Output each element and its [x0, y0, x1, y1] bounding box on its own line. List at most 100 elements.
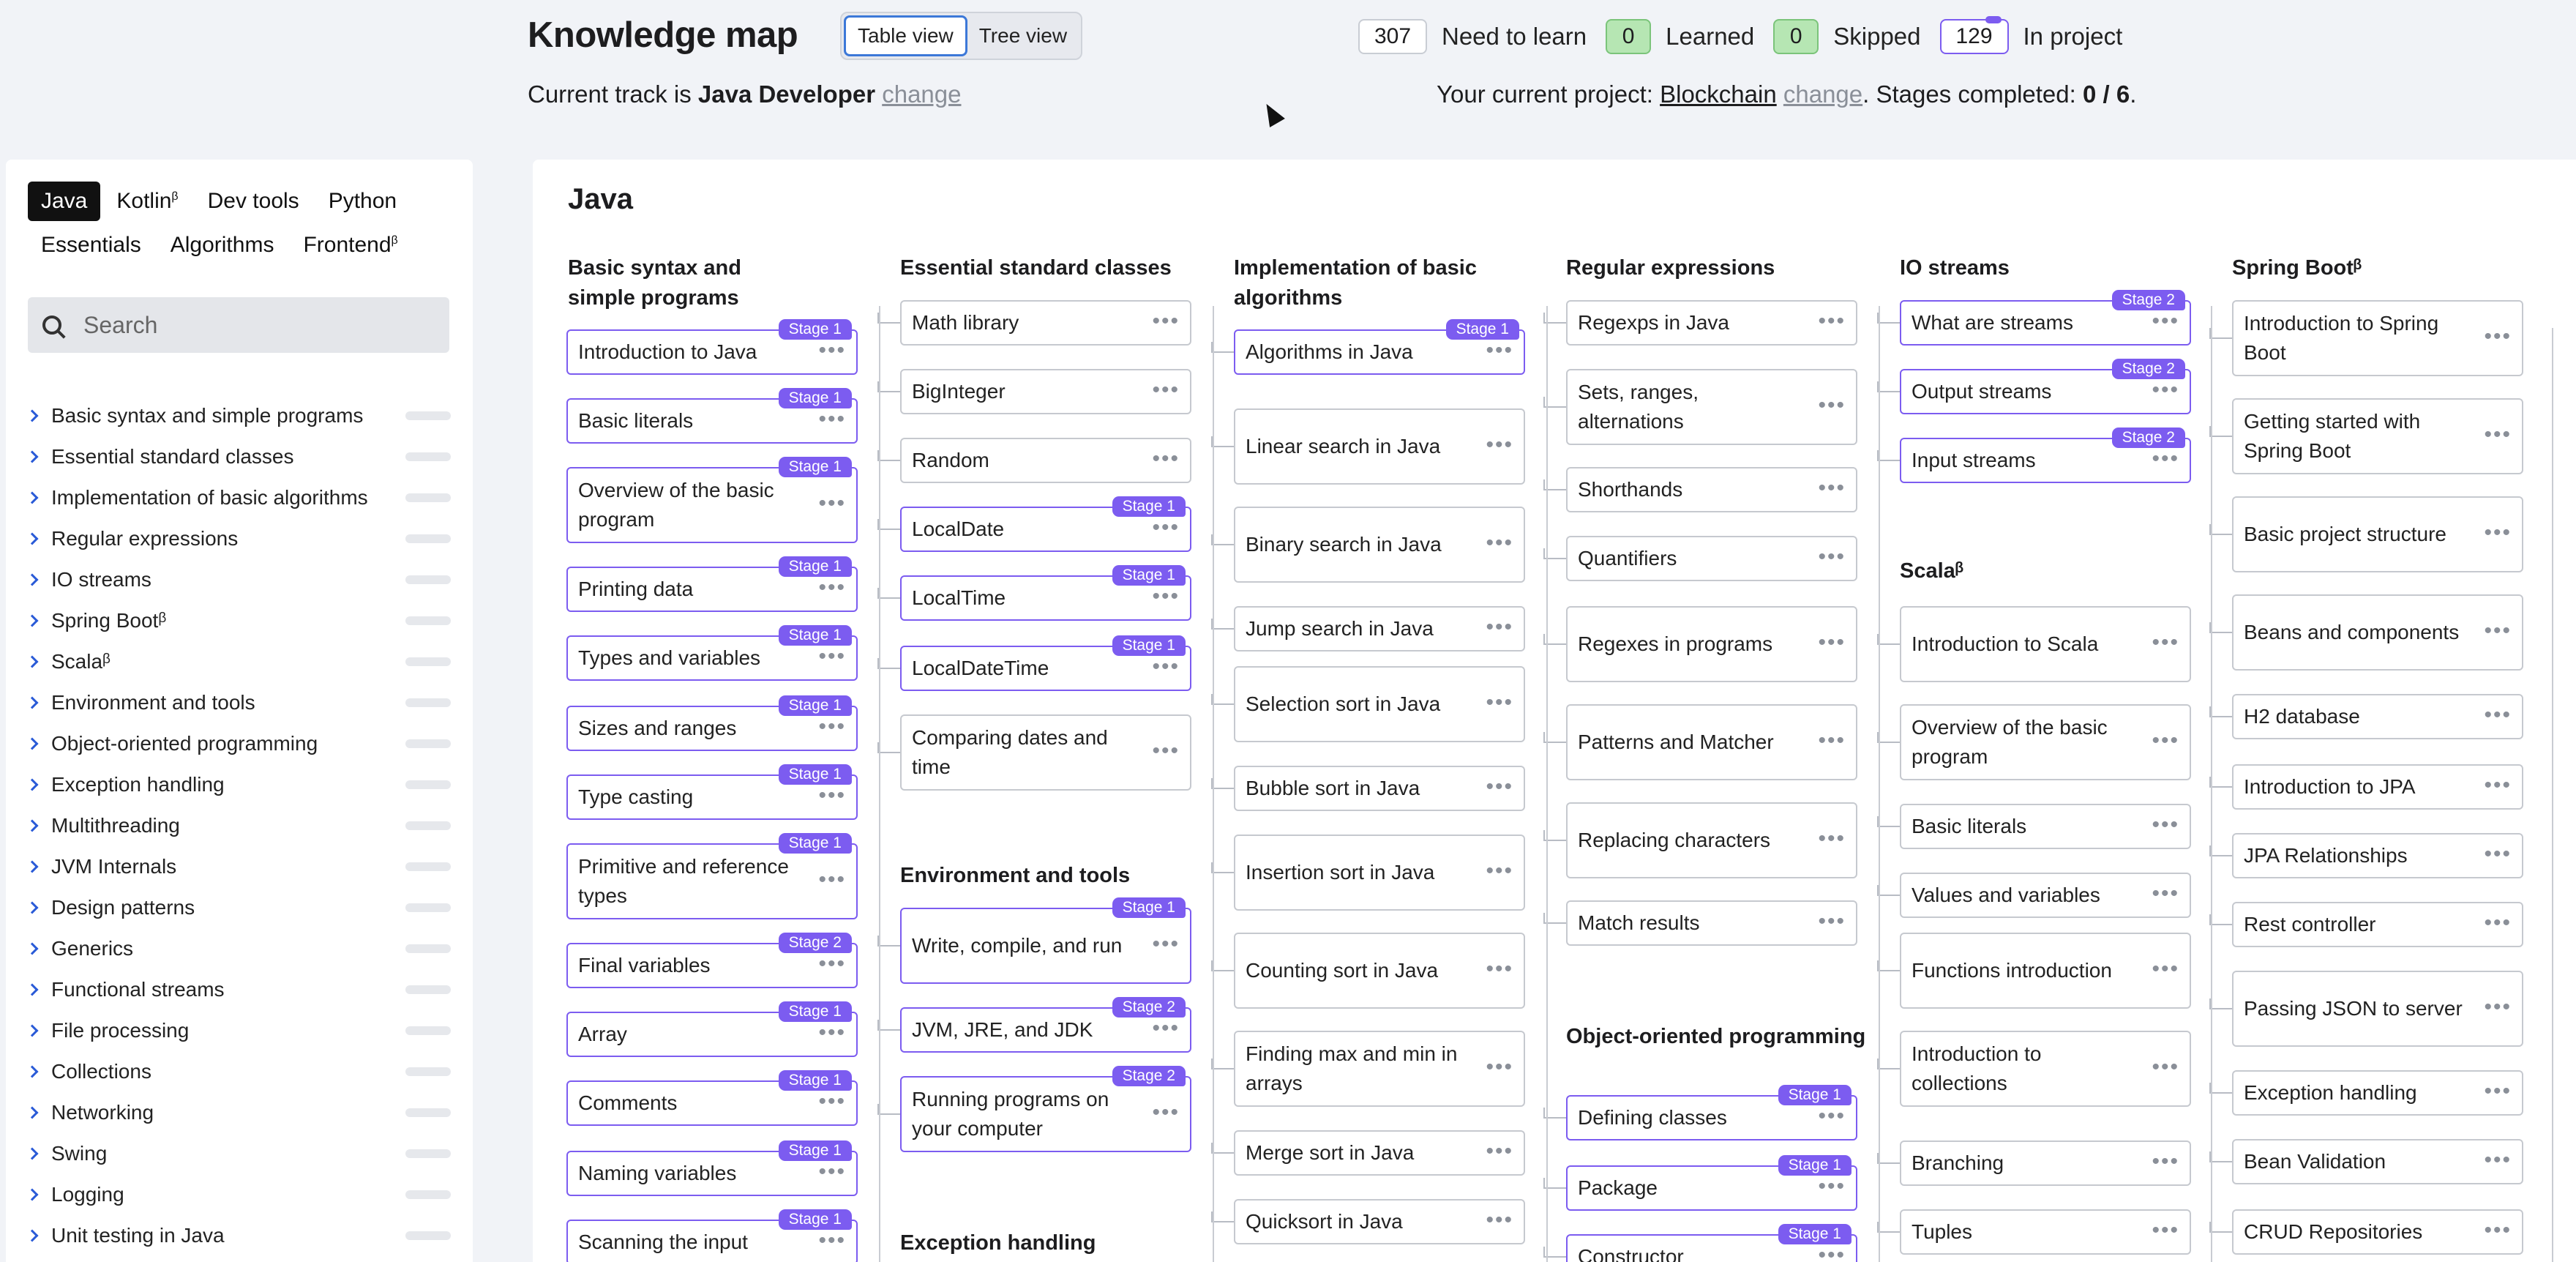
topic-card[interactable]: Naming variables ••• Stage 1 [566, 1140, 858, 1196]
topic-card[interactable]: Linear search in Java ••• [1234, 408, 1525, 485]
topic-card[interactable]: Tuples ••• [1900, 1209, 2191, 1255]
more-icon[interactable]: ••• [1486, 532, 1513, 554]
topic-card[interactable]: CRUD Repositories ••• [2232, 1209, 2523, 1255]
topic-card[interactable]: Selection sort in Java ••• [1234, 666, 1525, 742]
more-icon[interactable]: ••• [1152, 379, 1180, 401]
tab-java[interactable]: Java [28, 182, 101, 221]
more-icon[interactable]: ••• [1152, 310, 1180, 332]
more-icon[interactable]: ••• [1152, 740, 1180, 762]
stat-in-project[interactable]: 129 In project [1939, 16, 2122, 54]
more-icon[interactable]: ••• [1818, 1176, 1846, 1198]
topic-card[interactable]: Overview of the basic program ••• [1900, 704, 2191, 780]
more-icon[interactable]: ••• [1818, 310, 1846, 332]
topic-card[interactable]: Rest controller ••• [2232, 902, 2523, 947]
more-icon[interactable]: ••• [1152, 448, 1180, 470]
more-icon[interactable]: ••• [2152, 958, 2179, 980]
more-icon[interactable]: ••• [1486, 776, 1513, 798]
more-icon[interactable]: ••• [818, 1230, 846, 1252]
more-icon[interactable]: ••• [2152, 883, 2179, 905]
topic-card[interactable]: Finding max and min in arrays ••• [1234, 1031, 1525, 1107]
sidebar-item[interactable]: Essential standard classes [6, 436, 473, 477]
more-icon[interactable]: ••• [2152, 814, 2179, 836]
more-icon[interactable]: ••• [1152, 656, 1180, 678]
topic-card[interactable]: Algorithms in Java ••• Stage 1 [1234, 319, 1525, 375]
topic-card[interactable]: What are streams ••• Stage 2 [1900, 290, 2191, 346]
more-icon[interactable]: ••• [1818, 1105, 1846, 1127]
topic-card[interactable]: Introduction to Spring Boot ••• [2232, 300, 2523, 376]
sidebar-item[interactable]: File processing [6, 1010, 473, 1051]
more-icon[interactable]: ••• [818, 869, 846, 891]
topic-card[interactable]: Overview of the basic program ••• Stage 1 [566, 457, 858, 543]
more-icon[interactable]: ••• [1486, 340, 1513, 362]
tab-essentials[interactable]: Essentials [28, 225, 154, 265]
more-icon[interactable]: ••• [2152, 448, 2179, 470]
topic-card[interactable]: LocalDateTime ••• Stage 1 [900, 635, 1191, 691]
stat-learned[interactable]: 0 Learned [1606, 19, 1754, 54]
topic-card[interactable]: JVM, JRE, and JDK ••• Stage 2 [900, 997, 1191, 1053]
topic-card[interactable]: JPA Relationships ••• [2232, 833, 2523, 878]
more-icon[interactable]: ••• [2152, 632, 2179, 654]
more-icon[interactable]: ••• [818, 646, 846, 668]
more-icon[interactable]: ••• [818, 785, 846, 807]
topic-card[interactable]: Introduction to Java ••• Stage 1 [566, 319, 858, 375]
sidebar-item[interactable]: Multithreading [6, 805, 473, 846]
sidebar-item[interactable]: Scalaᵝ [6, 641, 473, 682]
topic-card[interactable]: Array ••• Stage 1 [566, 1001, 858, 1057]
more-icon[interactable]: ••• [2484, 704, 2512, 726]
topic-card[interactable]: Regexes in programs ••• [1566, 606, 1857, 682]
topic-card[interactable]: Bubble sort in Java ••• [1234, 766, 1525, 811]
topic-card[interactable]: Getting started with Spring Boot ••• [2232, 398, 2523, 474]
topic-card[interactable]: Replacing characters ••• [1566, 802, 1857, 878]
topic-card[interactable]: Random ••• [900, 438, 1191, 483]
more-icon[interactable]: ••• [818, 340, 846, 362]
more-icon[interactable]: ••• [2152, 1220, 2179, 1242]
more-icon[interactable]: ••• [1486, 1209, 1513, 1231]
more-icon[interactable]: ••• [2484, 774, 2512, 796]
more-icon[interactable]: ••• [818, 1022, 846, 1044]
topic-card[interactable]: Scanning the input ••• Stage 1 [566, 1209, 858, 1262]
sidebar-item[interactable]: Swing [6, 1133, 473, 1174]
more-icon[interactable]: ••• [1818, 1244, 1846, 1262]
more-icon[interactable]: ••• [2484, 620, 2512, 642]
more-icon[interactable]: ••• [1818, 828, 1846, 850]
topic-card[interactable]: Defining classes ••• Stage 1 [1566, 1085, 1857, 1140]
stat-need-to-learn[interactable]: 307 Need to learn [1358, 19, 1587, 54]
more-icon[interactable]: ••• [818, 1161, 846, 1183]
sidebar-item[interactable]: Generics [6, 928, 473, 969]
sidebar-item[interactable]: IO streams [6, 559, 473, 600]
more-icon[interactable]: ••• [1152, 933, 1180, 955]
topic-card[interactable]: Insertion sort in Java ••• [1234, 835, 1525, 911]
more-icon[interactable]: ••• [1486, 616, 1513, 638]
table-view-button[interactable]: Table view [844, 15, 967, 56]
tab-dev-tools[interactable]: Dev tools [195, 182, 312, 221]
topic-card[interactable]: H2 database ••• [2232, 694, 2523, 739]
topic-card[interactable]: Package ••• Stage 1 [1566, 1155, 1857, 1211]
topic-card[interactable]: Comments ••• Stage 1 [566, 1070, 858, 1126]
more-icon[interactable]: ••• [818, 493, 846, 515]
sidebar-item[interactable]: Spring Bootᵝ [6, 600, 473, 641]
topic-card[interactable]: Values and variables ••• [1900, 873, 2191, 918]
more-icon[interactable]: ••• [1486, 958, 1513, 980]
more-icon[interactable]: ••• [818, 408, 846, 430]
search-input[interactable] [83, 311, 435, 339]
topic-card[interactable]: Type casting ••• Stage 1 [566, 764, 858, 820]
topic-card[interactable]: Functions introduction ••• [1900, 933, 2191, 1009]
more-icon[interactable]: ••• [2484, 522, 2512, 544]
sidebar-item[interactable]: Exception handling [6, 764, 473, 805]
sidebar-item[interactable]: Functional streams [6, 969, 473, 1010]
sidebar-item[interactable]: Environment and tools [6, 682, 473, 723]
topic-card[interactable]: Comparing dates and time ••• [900, 714, 1191, 791]
topic-card[interactable]: Patterns and Matcher ••• [1566, 704, 1857, 780]
topic-card[interactable]: Primitive and reference types ••• Stage 1 [566, 833, 858, 919]
topic-card[interactable]: Math library ••• [900, 300, 1191, 346]
more-icon[interactable]: ••• [1818, 632, 1846, 654]
change-project-link[interactable]: change [1783, 81, 1862, 108]
more-icon[interactable]: ••• [1152, 586, 1180, 608]
sidebar-item[interactable]: Regular expressions [6, 518, 473, 559]
more-icon[interactable]: ••• [818, 953, 846, 975]
topic-card[interactable]: Passing JSON to server ••• [2232, 971, 2523, 1047]
more-icon[interactable]: ••• [1818, 477, 1846, 499]
more-icon[interactable]: ••• [2484, 1220, 2512, 1242]
more-icon[interactable]: ••• [2484, 996, 2512, 1018]
topic-card[interactable]: Basic project structure ••• [2232, 496, 2523, 572]
